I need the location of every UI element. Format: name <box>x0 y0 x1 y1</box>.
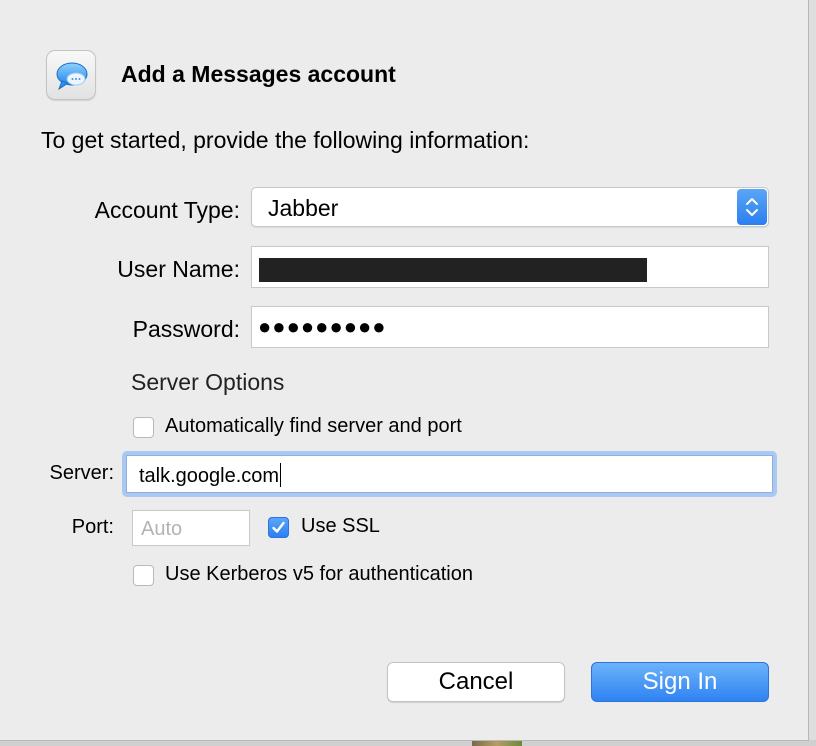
redacted-user-name <box>259 258 647 282</box>
account-type-popup[interactable]: Jabber <box>251 187 769 227</box>
account-type-value: Jabber <box>268 195 339 221</box>
checkmark-icon <box>272 521 285 533</box>
add-account-dialog: Add a Messages account To get started, p… <box>0 0 809 741</box>
use-ssl-label[interactable]: Use SSL <box>301 515 380 538</box>
server-field[interactable]: talk.google.com <box>126 455 773 493</box>
password-dots: ●●●●●●●●● <box>258 314 387 339</box>
port-placeholder: Auto <box>141 518 183 540</box>
use-ssl-checkbox[interactable] <box>268 517 289 538</box>
kerberos-label[interactable]: Use Kerberos v5 for authentication <box>165 563 473 586</box>
account-type-label: Account Type: <box>94 197 240 223</box>
messages-app-icon <box>46 50 96 100</box>
text-caret <box>280 463 282 487</box>
server-label: Server: <box>49 462 114 484</box>
port-label: Port: <box>71 516 114 538</box>
user-name-field[interactable] <box>251 246 769 288</box>
user-name-label: User Name: <box>117 256 240 282</box>
auto-find-label[interactable]: Automatically find server and port <box>165 415 462 438</box>
dialog-intro-text: To get started, provide the following in… <box>41 127 530 153</box>
sign-in-button[interactable]: Sign In <box>591 662 769 702</box>
cancel-button[interactable]: Cancel <box>387 662 565 702</box>
password-field[interactable]: ●●●●●●●●● <box>251 306 769 348</box>
server-value: talk.google.com <box>139 463 282 487</box>
auto-find-checkbox[interactable] <box>133 417 154 438</box>
popup-arrows-icon <box>737 189 767 225</box>
port-field[interactable]: Auto <box>132 510 250 546</box>
kerberos-checkbox[interactable] <box>133 565 154 586</box>
dialog-title: Add a Messages account <box>121 61 396 87</box>
password-label: Password: <box>132 316 240 342</box>
server-options-heading: Server Options <box>131 369 285 395</box>
